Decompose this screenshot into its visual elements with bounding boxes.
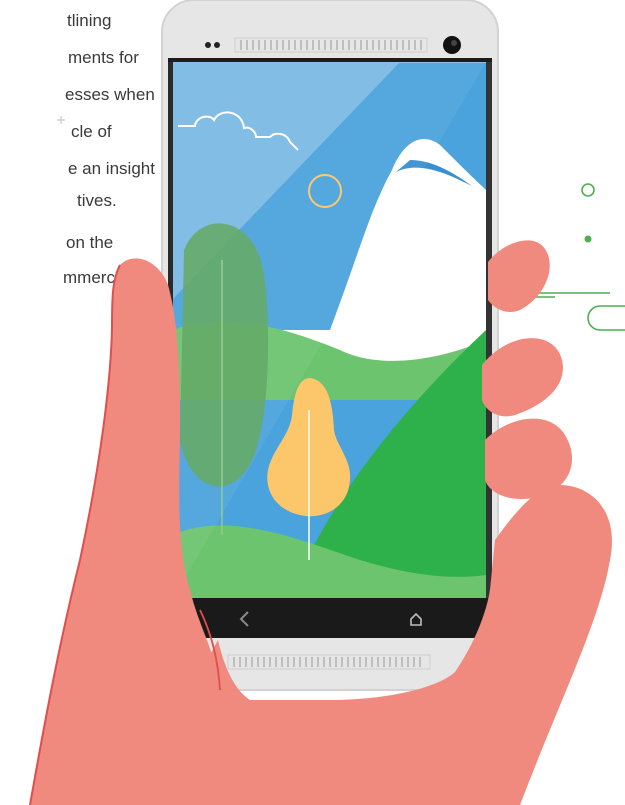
deco-pill-2 [587,305,625,331]
deco-circle-outline [581,183,595,197]
phone-illustration [29,0,625,805]
sensor-dot-2 [214,42,220,48]
deco-sparkle [57,116,65,124]
nav-bar [168,598,492,638]
deco-dot [584,235,592,243]
sensor-dot-1 [205,42,211,48]
screen-wallpaper [172,62,486,598]
